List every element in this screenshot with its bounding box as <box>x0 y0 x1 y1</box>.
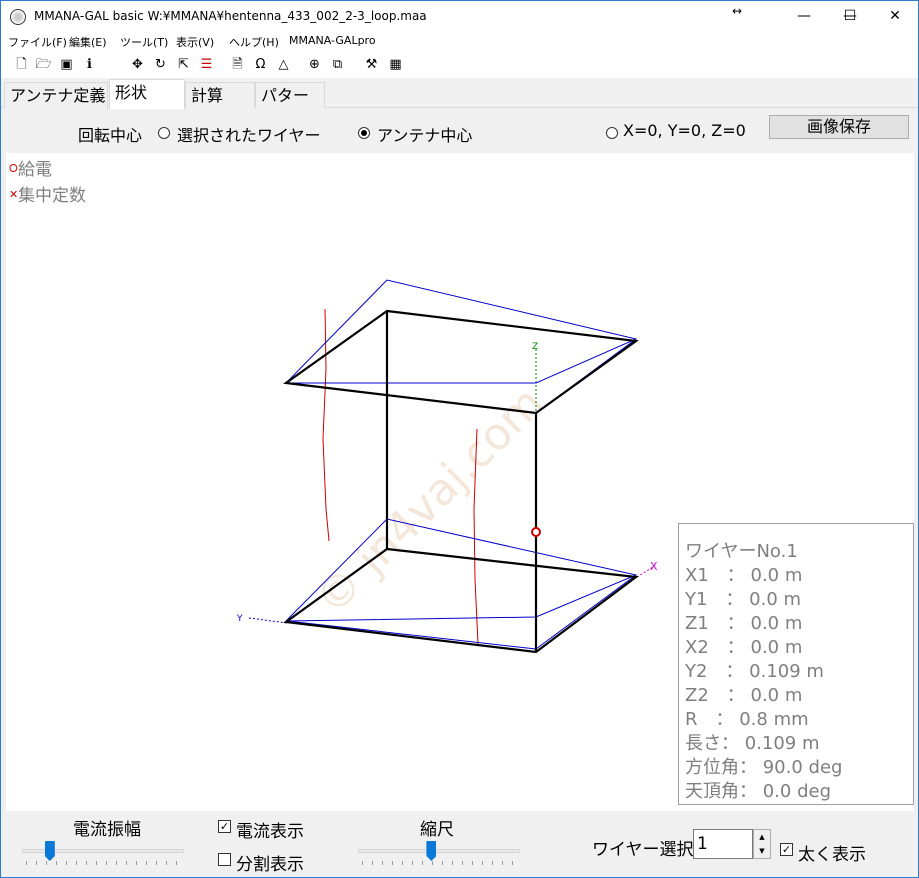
close-button[interactable]: ✕ <box>872 1 918 32</box>
scale-icon[interactable]: ⇱ <box>175 56 192 73</box>
tools-icon[interactable]: ⚒ <box>363 56 380 73</box>
new-file-icon[interactable]: 🗋 <box>13 56 30 73</box>
menu-help[interactable]: ヘルプ(H) <box>229 34 279 50</box>
menu-tools[interactable]: ツール(T) <box>120 34 168 50</box>
save-disk-icon[interactable]: ▣ <box>58 56 75 73</box>
y-axis-label: Y <box>236 614 243 624</box>
wire-info-z2: Z2 ： 0.0 m <box>685 685 803 706</box>
tab-pattern[interactable]: パターン <box>255 82 325 131</box>
show-segments-label[interactable]: 分割表示 <box>236 850 304 875</box>
wire-info-azimuth: 方位角： 90.0 deg <box>685 757 843 778</box>
scale-slider-thumb[interactable] <box>426 841 437 861</box>
tab-antenna-definition[interactable]: アンテナ定義 <box>4 82 108 108</box>
antenna-bottom-loop[interactable] <box>283 547 639 654</box>
open-folder-icon[interactable]: 🗁 <box>35 56 52 73</box>
bottom-controls: 電流振幅 ✓ 電流表示 分割表示 縮尺 ワイヤー選択 1 ▲ ▼ ✓ 太く表示 <box>6 811 914 877</box>
triangle-icon[interactable]: △ <box>275 56 292 73</box>
menu-edit[interactable]: 編集(E) <box>69 34 107 50</box>
wire-select-input[interactable]: 1 <box>693 829 753 859</box>
calculator-icon[interactable]: ▦ <box>387 56 404 73</box>
menu-mmana-galpro[interactable]: MMANA-GALpro <box>289 34 376 47</box>
thick-display-label[interactable]: 太く表示 <box>798 840 866 865</box>
feed-point[interactable] <box>531 527 541 537</box>
thick-display-checkbox[interactable]: ✓ <box>780 843 793 856</box>
scale-ticks <box>362 861 517 865</box>
wire-info-panel: ワイヤーNo.1 X1 ： 0.0 m Y1 ： 0.0 m Z1 ： 0.0 … <box>678 523 914 805</box>
window-title: MMANA-GAL basic W:¥MMANA¥hentenna_433_00… <box>34 9 427 23</box>
spin-down-icon[interactable]: ▼ <box>754 844 770 858</box>
app-logo-icon[interactable] <box>10 9 26 25</box>
menu-view[interactable]: 表示(V) <box>176 34 214 50</box>
info-icon[interactable]: ℹ <box>81 56 98 73</box>
spin-up-icon[interactable]: ▲ <box>754 830 770 844</box>
toolbar: 🗋 🗁 ▣ ℹ ✥ ↻ ⇱ ☰ 🗎 Ω △ ⊕ ⧉ ⚒ ▦ <box>1 52 918 78</box>
scale-track[interactable] <box>358 849 520 853</box>
show-segments-checkbox[interactable] <box>218 853 231 866</box>
omega-icon[interactable]: Ω <box>252 56 269 73</box>
wire-info-x1: X1 ： 0.0 m <box>685 565 803 586</box>
y-axis-line <box>248 617 288 624</box>
wire-info-title: ワイヤーNo.1 <box>685 541 798 562</box>
z-axis-label: Z <box>532 342 538 352</box>
show-current-label[interactable]: 電流表示 <box>236 817 304 842</box>
wire-info-y2: Y2 ： 0.109 m <box>685 661 824 682</box>
menu-file[interactable]: ファイル(F) <box>8 34 67 50</box>
scale-label: 縮尺 <box>420 820 454 840</box>
target-icon[interactable]: ⊕ <box>306 56 323 73</box>
tab-calculation[interactable]: 計算 <box>185 82 255 108</box>
minimize-button-alt[interactable]: — <box>781 1 827 32</box>
copy-icon[interactable]: ⧉ <box>329 56 346 73</box>
resize-arrows-icon: ↔ <box>732 4 743 18</box>
menu-bar: ファイル(F) 編集(E) ツール(T) 表示(V) ヘルプ(H) MMANA-… <box>1 32 918 52</box>
current-amplitude-ticks <box>26 861 181 865</box>
wire-info-zenith: 天頂角： 0.0 deg <box>685 781 831 802</box>
move-arrows-icon[interactable]: ✥ <box>129 56 146 73</box>
tab-strip: アンテナ定義 形状 計算 パターン <box>1 78 918 131</box>
wire-info-x2: X2 ： 0.0 m <box>685 637 803 658</box>
wire-select-spinner[interactable]: ▲ ▼ <box>753 829 771 859</box>
rotate-icon[interactable]: ↻ <box>152 56 169 73</box>
show-current-checkbox[interactable]: ✓ <box>218 820 231 833</box>
ground-current-line-right <box>473 428 479 645</box>
current-amplitude-label: 電流振幅 <box>73 820 141 840</box>
title-bar[interactable]: MMANA-GAL basic W:¥MMANA¥hentenna_433_00… <box>1 1 918 32</box>
current-amplitude-slider-thumb[interactable] <box>44 841 55 861</box>
wire-info-radius: R ： 0.8 mm <box>685 709 809 730</box>
wire-info-z1: Z1 ： 0.0 m <box>685 613 803 634</box>
wire-list-icon[interactable]: ☰ <box>198 56 215 73</box>
tab-geometry[interactable]: 形状 <box>109 79 185 109</box>
wire-info-y1: Y1 ： 0.0 m <box>685 589 802 610</box>
document-icon[interactable]: 🗎 <box>229 56 246 73</box>
wire-info-length: 長さ： 0.109 m <box>685 733 820 754</box>
x-axis-label: X <box>650 560 658 573</box>
app-window: MMANA-GAL basic W:¥MMANA¥hentenna_433_00… <box>0 0 919 878</box>
maximize-button[interactable]: ☐ <box>827 1 873 32</box>
wire-select-label: ワイヤー選択 <box>592 840 694 860</box>
